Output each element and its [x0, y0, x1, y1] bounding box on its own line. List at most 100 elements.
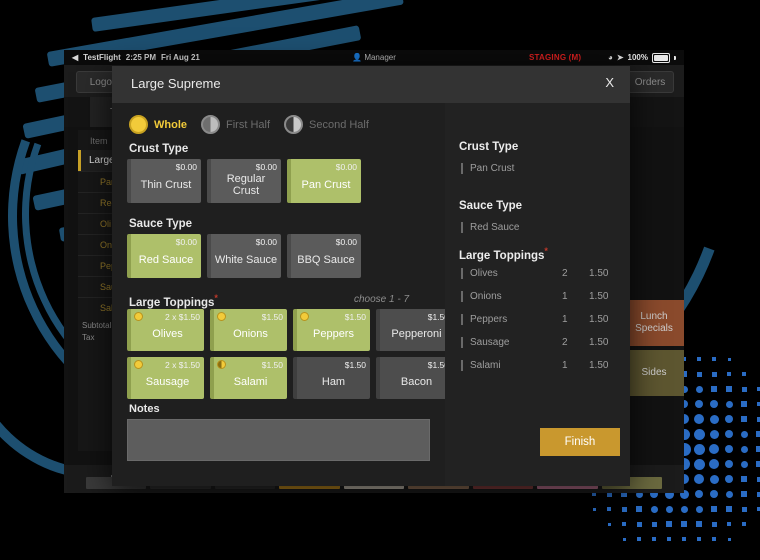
- deco-dot: [756, 491, 760, 497]
- crust-type-heading: Crust Type: [129, 143, 189, 155]
- topping-option-onions[interactable]: $1.50 Onions: [210, 309, 287, 351]
- deco-dot: [695, 505, 703, 513]
- notes-input[interactable]: [127, 419, 430, 461]
- topping-option-olives[interactable]: 2 x $1.50 Olives: [127, 309, 204, 351]
- finish-button[interactable]: Finish: [540, 428, 620, 456]
- portion-option-label: Whole: [154, 118, 187, 131]
- topping-option-ham[interactable]: $1.50 Ham: [293, 357, 370, 399]
- deco-dot: [696, 521, 702, 527]
- whole-portion-coin-icon: [217, 312, 226, 321]
- topping-option-pepperoni[interactable]: $1.50 Pepperoni: [376, 309, 453, 351]
- crust-option-price: $0.00: [335, 162, 357, 172]
- deco-dot: [607, 507, 611, 511]
- summary-topping-row: Onions 1 1.50: [461, 291, 621, 302]
- portion-option-first-half[interactable]: First Half: [201, 115, 270, 134]
- sauce-option-label: White Sauce: [214, 253, 278, 266]
- sauce-option-price: $0.00: [255, 237, 277, 247]
- deco-dot: [622, 522, 626, 526]
- crust-option-price: $0.00: [255, 162, 277, 172]
- sauce-option-price: $0.00: [335, 237, 357, 247]
- deco-dot: [693, 443, 705, 455]
- summary-toppings-label: Large Toppings: [459, 249, 545, 262]
- topping-option-price: $1.50: [344, 312, 366, 322]
- crust-option-label: Regular Crust: [226, 172, 266, 198]
- topping-option-bacon[interactable]: $1.50 Bacon: [376, 357, 453, 399]
- deco-dot: [680, 505, 688, 513]
- sauce-option-red-sauce[interactable]: $0.00 Red Sauce: [127, 234, 201, 278]
- deco-dot: [756, 446, 760, 452]
- deco-dot: [725, 460, 733, 468]
- person-icon: 👤: [352, 53, 363, 62]
- orders-button[interactable]: Orders: [626, 71, 674, 93]
- whole-portion-coin-icon: [134, 312, 143, 321]
- toppings-heading-label: Large Toppings: [129, 296, 215, 309]
- crust-option-label: Pan Crust: [301, 178, 351, 191]
- deco-dot: [741, 491, 747, 497]
- deco-dot: [607, 522, 611, 526]
- deco-dot: [694, 474, 704, 484]
- deco-dot: [725, 490, 733, 498]
- summary-topping-qty: 1: [562, 360, 568, 371]
- portion-option-label: Second Half: [309, 118, 369, 131]
- crust-option-thin-crust[interactable]: $0.00 Thin Crust: [127, 159, 201, 203]
- screenshot-root: ◀ TestFlight 2:25 PM Fri Aug 21 👤 Manage…: [0, 0, 760, 560]
- deco-dot: [622, 537, 626, 541]
- toppings-choose-hint: choose 1 - 7: [354, 294, 410, 305]
- deco-dot: [725, 415, 733, 423]
- sauce-option-bbq-sauce[interactable]: $0.00 BBQ Sauce: [287, 234, 361, 278]
- portion-option-whole[interactable]: Whole: [129, 115, 187, 134]
- deco-dot: [711, 386, 717, 392]
- full-circle-icon: [129, 115, 148, 134]
- right-half-circle-icon: [284, 115, 303, 134]
- deco-dot: [740, 445, 748, 453]
- crust-option-pan-crust[interactable]: $0.00 Pan Crust: [287, 159, 361, 203]
- status-environment: STAGING (M): [529, 53, 582, 62]
- summary-topping-amount: 1.50: [589, 314, 609, 325]
- status-bar-right: ◕ ➤ 100%: [608, 52, 676, 63]
- topping-option-peppers[interactable]: $1.50 Peppers: [293, 309, 370, 351]
- close-icon[interactable]: X: [605, 75, 614, 90]
- required-marker: *: [214, 293, 218, 303]
- deco-dot: [740, 430, 748, 438]
- deco-dot: [727, 537, 731, 541]
- toppings-row-2: 2 x $1.50 Sausage $1.50 Salami $1.50 Ham $1.50…: [127, 357, 453, 399]
- deco-dot: [694, 414, 704, 424]
- toppings-heading: Large Toppings*: [129, 293, 218, 309]
- summary-topping-amount: 1.50: [589, 291, 609, 302]
- topping-option-salami[interactable]: $1.50 Salami: [210, 357, 287, 399]
- crust-option-regular-crust[interactable]: $0.00 Regular Crust: [207, 159, 281, 203]
- category-sides[interactable]: Sides: [624, 350, 684, 396]
- summary-topping-qty: 2: [562, 337, 568, 348]
- deco-dot: [693, 458, 705, 470]
- topping-option-label: Salami: [233, 375, 268, 388]
- summary-sauce-heading: Sauce Type: [459, 200, 523, 212]
- notes-label: Notes: [129, 403, 160, 415]
- topping-option-price: $1.50: [261, 360, 283, 370]
- whole-portion-coin-icon: [300, 312, 309, 321]
- deco-stripe: [91, 0, 420, 32]
- topping-option-label: Peppers: [313, 327, 354, 340]
- deco-dot: [697, 537, 701, 541]
- deco-dot: [636, 506, 642, 512]
- summary-topping-amount: 1.50: [589, 268, 609, 279]
- portion-option-second-half[interactable]: Second Half: [284, 115, 369, 134]
- sauce-option-price: $0.00: [175, 237, 197, 247]
- topping-option-sausage[interactable]: 2 x $1.50 Sausage: [127, 357, 204, 399]
- crust-option-price: $0.00: [175, 162, 197, 172]
- deco-dot: [725, 400, 733, 408]
- modal-options-pane: Whole First Half Second Half Crust Type $0…: [112, 103, 453, 486]
- deco-dot: [727, 357, 731, 361]
- deco-dot: [592, 507, 596, 511]
- portion-option-label: First Half: [226, 118, 270, 131]
- category-lunch-specials[interactable]: Lunch Specials: [624, 300, 684, 346]
- battery-tip-icon: [674, 55, 676, 60]
- crust-type-options: $0.00 Thin Crust $0.00 Regular Crust $0.00 Pa…: [127, 159, 361, 203]
- summary-topping-name: Onions: [470, 291, 502, 302]
- toppings-row-1: 2 x $1.50 Olives $1.50 Onions $1.50 Peppers $1…: [127, 309, 453, 351]
- sauce-option-white-sauce[interactable]: $0.00 White Sauce: [207, 234, 281, 278]
- deco-dot: [695, 400, 703, 408]
- deco-dot: [665, 505, 673, 513]
- deco-dot: [727, 522, 731, 526]
- location-arrow-icon: ➤: [616, 53, 624, 62]
- deco-dot: [740, 460, 748, 468]
